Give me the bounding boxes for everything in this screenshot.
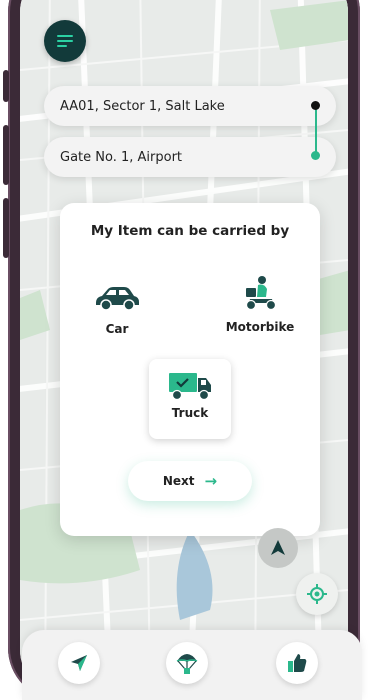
drop-dot-icon bbox=[311, 151, 320, 160]
truck-icon bbox=[169, 373, 211, 401]
vehicle-label-truck: Truck bbox=[171, 406, 209, 420]
vehicle-option-motorbike[interactable]: Motorbike bbox=[220, 275, 300, 334]
crosshair-icon bbox=[307, 584, 327, 604]
next-button[interactable]: Next → bbox=[128, 461, 252, 501]
tab-navigate[interactable] bbox=[58, 642, 100, 684]
modal-title: My Item can be carried by bbox=[90, 223, 290, 239]
drop-location-field[interactable]: Gate No. 1, Airport bbox=[44, 137, 336, 177]
route-connector bbox=[315, 106, 317, 156]
drop-location-text: Gate No. 1, Airport bbox=[60, 149, 183, 165]
pickup-dot-icon bbox=[311, 101, 320, 110]
phone-side-button bbox=[3, 125, 9, 185]
phone-side-button bbox=[3, 198, 9, 258]
vehicle-option-car[interactable]: Car bbox=[84, 283, 150, 336]
motorbike-icon bbox=[245, 276, 277, 311]
menu-icon bbox=[57, 32, 73, 50]
locate-me-button[interactable] bbox=[296, 573, 338, 615]
navigation-marker-icon bbox=[271, 540, 285, 555]
current-position-marker bbox=[258, 528, 298, 568]
vehicle-option-truck[interactable]: Truck bbox=[149, 359, 231, 439]
tab-feedback[interactable] bbox=[276, 642, 318, 684]
phone-side-button bbox=[3, 70, 9, 102]
navigation-arrow-icon bbox=[71, 655, 87, 671]
thumbs-up-icon bbox=[288, 654, 307, 672]
parachute-icon bbox=[176, 654, 198, 674]
car-icon bbox=[96, 287, 139, 311]
vehicle-selection-modal: My Item can be carried by Car Motorbike bbox=[60, 203, 320, 536]
vehicle-label-motorbike: Motorbike bbox=[225, 320, 295, 334]
menu-button[interactable] bbox=[44, 20, 86, 62]
arrow-right-icon: → bbox=[204, 472, 218, 490]
tab-delivery[interactable] bbox=[166, 642, 208, 684]
pickup-location-text: AA01, Sector 1, Salt Lake bbox=[60, 98, 225, 114]
vehicle-label-car: Car bbox=[105, 322, 129, 336]
next-button-label: Next bbox=[162, 474, 195, 488]
pickup-location-field[interactable]: AA01, Sector 1, Salt Lake bbox=[44, 86, 336, 126]
